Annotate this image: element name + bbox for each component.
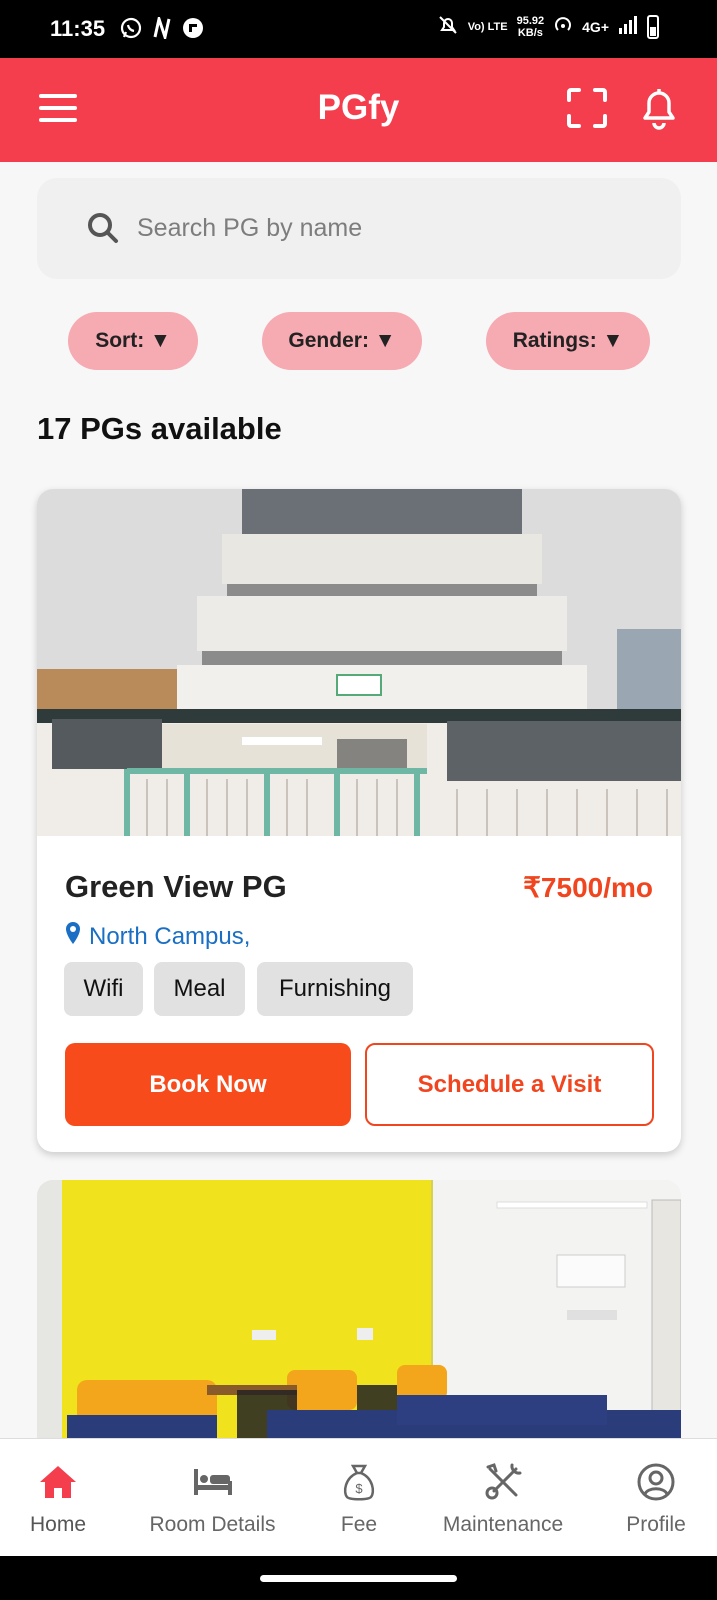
scan-button[interactable] [565, 87, 609, 133]
whatsapp-icon [120, 17, 142, 39]
pg-price: ₹7500/mo [523, 872, 653, 903]
money-bag-icon: $ [341, 1461, 377, 1503]
status-right: Vo) LTE 95.92 KB/s 4G+ [437, 14, 659, 39]
location-pin-icon [65, 921, 81, 952]
app-title: PGfy [317, 88, 400, 127]
network-speed-unit: KB/s [517, 26, 543, 39]
mute-icon [437, 14, 459, 39]
book-now-button[interactable]: Book Now [65, 1043, 351, 1126]
notification-icons [120, 17, 204, 39]
network-speed-value: 95.92 [516, 14, 545, 27]
tools-icon [484, 1461, 522, 1503]
pg-listing-card-2[interactable] [37, 1180, 681, 1440]
pg-image-2 [37, 1180, 681, 1440]
gender-filter-button[interactable]: Gender: ▼ [262, 312, 422, 370]
volte-indicator: Vo) LTE [467, 20, 508, 33]
nav-room-details-label: Room Details [149, 1513, 276, 1536]
app-header: PGfy [0, 58, 717, 162]
pg-image [37, 489, 681, 836]
signal-icon [618, 15, 638, 38]
bell-icon [639, 86, 679, 135]
sort-filter-button[interactable]: Sort: ▼ [68, 312, 198, 370]
system-gesture-bar [0, 1556, 717, 1600]
home-icon [39, 1461, 77, 1503]
status-bar: 11:35 Vo) LTE 95.92 KB/s 4G+ [0, 0, 717, 58]
user-circle-icon [636, 1461, 676, 1503]
search-icon [87, 212, 119, 249]
listing-count: 17 PGs available [37, 411, 282, 446]
home-gesture-handle[interactable] [260, 1575, 457, 1582]
pg-name: Green View PG [65, 869, 287, 904]
scan-icon [567, 87, 607, 133]
svg-text:$: $ [355, 1481, 363, 1496]
nav-fee-label: Fee [340, 1513, 378, 1536]
notifications-button[interactable] [637, 88, 681, 132]
ratings-filter-button[interactable]: Ratings: ▼ [486, 312, 650, 370]
pg-listing-card[interactable]: Green View PG ₹7500/mo North Campus, Wif… [37, 489, 681, 1152]
nav-room-details[interactable]: Room Details [140, 1439, 285, 1557]
nav-profile-label: Profile [626, 1513, 686, 1536]
pg-location-text: North Campus, [89, 922, 251, 950]
search-input[interactable] [137, 206, 637, 250]
battery-icon [647, 14, 659, 39]
nav-maintenance[interactable]: Maintenance [433, 1439, 573, 1557]
nav-home[interactable]: Home [18, 1439, 98, 1557]
nav-profile[interactable]: Profile [615, 1439, 697, 1557]
amenity-tag-wifi: Wifi [64, 962, 143, 1016]
schedule-visit-button[interactable]: Schedule a Visit [365, 1043, 654, 1126]
nav-fee[interactable]: $ Fee [325, 1439, 393, 1557]
n-app-icon [152, 17, 172, 39]
nav-maintenance-label: Maintenance [442, 1513, 564, 1536]
app-notification-icon [182, 17, 204, 39]
amenity-tag-furnishing: Furnishing [257, 962, 413, 1016]
network-speed: 95.92 KB/s [517, 15, 545, 39]
status-time: 11:35 [50, 16, 106, 41]
hotspot-icon [553, 15, 573, 38]
bed-icon [192, 1461, 234, 1503]
nav-home-label: Home [29, 1513, 87, 1536]
network-type: 4G+ [582, 18, 609, 35]
amenity-tag-meal: Meal [154, 962, 245, 1016]
pg-location: North Campus, [65, 921, 250, 952]
bottom-navigation: Home Room Details $ Fee Maintenance Prof… [0, 1438, 717, 1556]
search-bar[interactable] [37, 178, 681, 279]
